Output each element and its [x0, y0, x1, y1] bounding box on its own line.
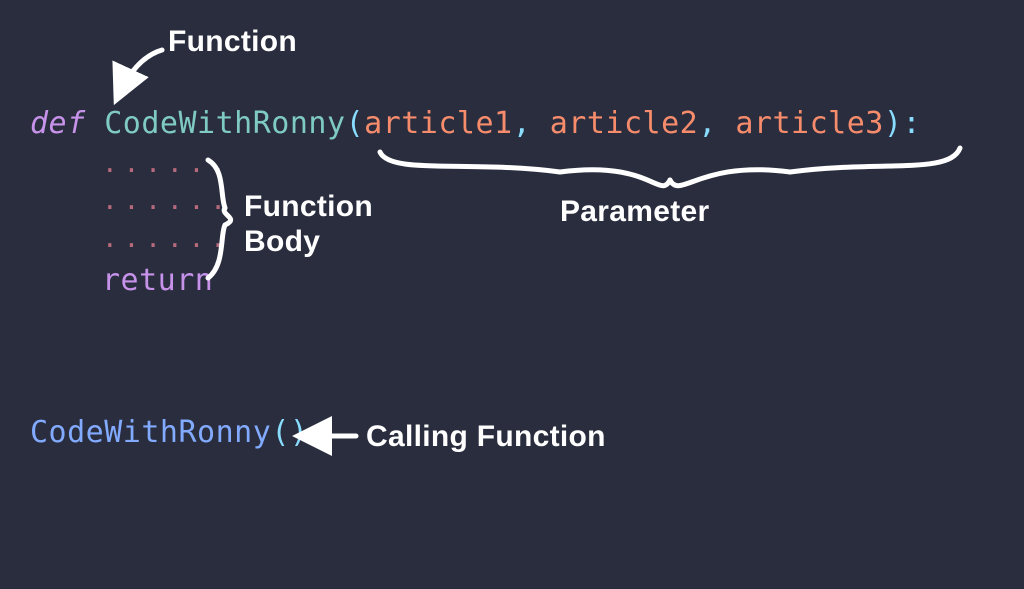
function-name: CodeWithRonny — [104, 106, 345, 141]
colon: : — [902, 106, 921, 141]
body-dots-1: ...... — [30, 146, 921, 184]
comma-2: , — [698, 106, 717, 141]
call-close-paren: ) — [290, 415, 309, 450]
label-function-body-line1: Function — [244, 190, 373, 223]
param-2: article2 — [550, 106, 699, 141]
body-dots-3: ...... — [30, 221, 921, 259]
comma-1: , — [513, 106, 532, 141]
label-calling-function: Calling Function — [366, 420, 606, 454]
label-function-body: Function Body — [244, 190, 373, 259]
body-dots-2: ...... — [30, 183, 921, 221]
arrow-function-icon — [118, 50, 162, 96]
label-parameter: Parameter — [560, 195, 709, 229]
keyword-def: def — [30, 106, 86, 141]
param-3: article3 — [735, 106, 884, 141]
keyword-return: return — [30, 259, 921, 303]
function-definition-code: def CodeWithRonny(article1, article2, ar… — [30, 102, 921, 302]
def-line: def CodeWithRonny(article1, article2, ar… — [30, 102, 921, 146]
label-function: Function — [168, 25, 297, 59]
function-call-code: CodeWithRonny() — [30, 415, 308, 450]
open-paren: ( — [346, 106, 365, 141]
label-function-body-line2: Body — [244, 225, 320, 258]
call-open-paren: ( — [271, 415, 290, 450]
close-paren: ) — [884, 106, 903, 141]
param-1: article1 — [364, 106, 513, 141]
call-function-name: CodeWithRonny — [30, 415, 271, 450]
